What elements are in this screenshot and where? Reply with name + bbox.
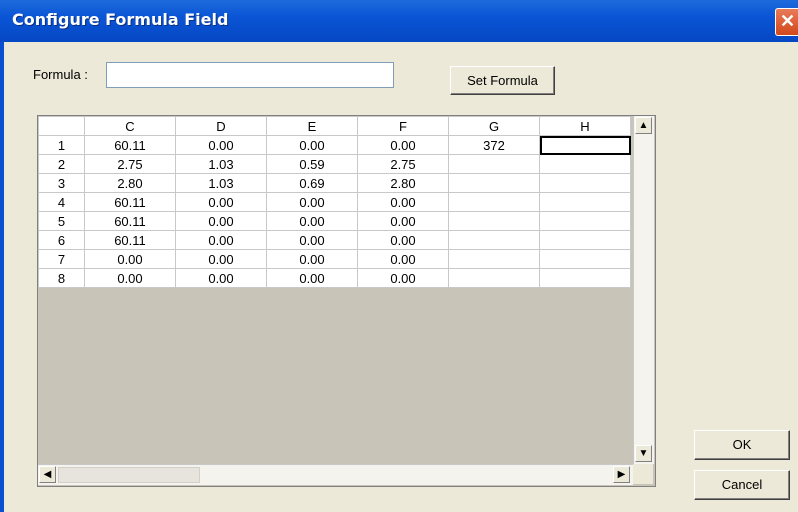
grid-cell[interactable]: 0.00 bbox=[266, 192, 358, 212]
grid-cell[interactable]: 60.11 bbox=[84, 211, 176, 231]
grid-cell[interactable]: 0.69 bbox=[266, 173, 358, 193]
row-header[interactable]: 2 bbox=[38, 154, 85, 174]
grid-cell[interactable]: 1.03 bbox=[175, 154, 267, 174]
grid-cell[interactable]: 1.03 bbox=[175, 173, 267, 193]
row-header[interactable]: 4 bbox=[38, 192, 85, 212]
grid-cell[interactable] bbox=[448, 268, 540, 288]
title-bar: Configure Formula Field ✕ bbox=[0, 0, 798, 42]
window-border bbox=[0, 42, 4, 512]
grid-cell[interactable]: 0.00 bbox=[266, 211, 358, 231]
grid-cell[interactable]: 0.00 bbox=[175, 249, 267, 269]
grid-cell[interactable]: 0.00 bbox=[266, 230, 358, 250]
grid-cell[interactable] bbox=[448, 249, 540, 269]
grid-cell[interactable] bbox=[539, 249, 631, 269]
grid-cell[interactable] bbox=[539, 268, 631, 288]
row-header[interactable]: 1 bbox=[38, 135, 85, 155]
column-header[interactable]: G bbox=[448, 116, 540, 136]
grid-cell[interactable] bbox=[448, 173, 540, 193]
grid-corner-header bbox=[38, 116, 85, 136]
grid-cell[interactable]: 2.80 bbox=[357, 173, 449, 193]
column-header[interactable]: F bbox=[357, 116, 449, 136]
grid-cell[interactable]: 0.00 bbox=[357, 230, 449, 250]
grid-cell[interactable]: 0.00 bbox=[357, 135, 449, 155]
cancel-button[interactable]: Cancel bbox=[694, 470, 790, 500]
row-header[interactable]: 5 bbox=[38, 211, 85, 231]
scroll-right-icon[interactable]: ▶ bbox=[613, 466, 630, 483]
vertical-scrollbar[interactable]: ▲ ▼ bbox=[633, 116, 654, 464]
grid-cell[interactable] bbox=[539, 192, 631, 212]
grid-cell[interactable]: 0.00 bbox=[175, 135, 267, 155]
ok-button[interactable]: OK bbox=[694, 430, 790, 460]
data-grid: CDEFGH 1 60.11 0.00 0.00 0.00 372 2 2.75 1.03 0.5… bbox=[37, 115, 656, 487]
window-title: Configure Formula Field bbox=[12, 10, 229, 29]
grid-cell[interactable]: 60.11 bbox=[84, 135, 176, 155]
formula-label: Formula : bbox=[33, 67, 88, 82]
grid-cell[interactable]: 0.00 bbox=[266, 268, 358, 288]
column-header[interactable]: H bbox=[539, 116, 631, 136]
grid-cell[interactable] bbox=[539, 135, 631, 155]
table-row: 2 2.75 1.03 0.59 2.75 bbox=[38, 154, 631, 174]
table-row: 6 60.11 0.00 0.00 0.00 bbox=[38, 230, 631, 250]
grid-cell[interactable]: 0.00 bbox=[357, 211, 449, 231]
table-row: 3 2.80 1.03 0.69 2.80 bbox=[38, 173, 631, 193]
grid-cell[interactable]: 0.00 bbox=[175, 268, 267, 288]
grid-cell[interactable] bbox=[448, 154, 540, 174]
grid-cell[interactable] bbox=[539, 230, 631, 250]
grid-table: CDEFGH 1 60.11 0.00 0.00 0.00 372 2 2.75 1.03 0.5… bbox=[38, 116, 631, 288]
grid-cell[interactable]: 0.00 bbox=[84, 268, 176, 288]
row-header[interactable]: 3 bbox=[38, 173, 85, 193]
table-row: 7 0.00 0.00 0.00 0.00 bbox=[38, 249, 631, 269]
grid-cell[interactable]: 0.00 bbox=[357, 192, 449, 212]
table-row: 4 60.11 0.00 0.00 0.00 bbox=[38, 192, 631, 212]
grid-cell[interactable]: 60.11 bbox=[84, 230, 176, 250]
grid-cell[interactable]: 0.00 bbox=[357, 268, 449, 288]
grid-cell[interactable] bbox=[448, 192, 540, 212]
row-header[interactable]: 7 bbox=[38, 249, 85, 269]
grid-cell[interactable]: 372 bbox=[448, 135, 540, 155]
grid-cell[interactable] bbox=[448, 230, 540, 250]
grid-cell[interactable] bbox=[539, 211, 631, 231]
grid-cell[interactable]: 0.00 bbox=[266, 135, 358, 155]
scroll-down-icon[interactable]: ▼ bbox=[635, 445, 652, 462]
grid-cell[interactable]: 2.75 bbox=[357, 154, 449, 174]
row-header[interactable]: 6 bbox=[38, 230, 85, 250]
column-header[interactable]: E bbox=[266, 116, 358, 136]
table-row: 1 60.11 0.00 0.00 0.00 372 bbox=[38, 135, 631, 155]
table-row: 5 60.11 0.00 0.00 0.00 bbox=[38, 211, 631, 231]
grid-cell[interactable]: 0.59 bbox=[266, 154, 358, 174]
formula-input[interactable] bbox=[106, 62, 394, 88]
grid-cell[interactable]: 2.80 bbox=[84, 173, 176, 193]
grid-cell[interactable]: 0.00 bbox=[175, 211, 267, 231]
close-icon[interactable]: ✕ bbox=[775, 8, 798, 36]
scroll-up-icon[interactable]: ▲ bbox=[635, 117, 652, 134]
horizontal-scroll-thumb[interactable] bbox=[58, 467, 200, 483]
grid-cell[interactable] bbox=[539, 173, 631, 193]
scroll-left-icon[interactable]: ◀ bbox=[39, 466, 56, 483]
grid-cell[interactable]: 2.75 bbox=[84, 154, 176, 174]
grid-cell[interactable]: 0.00 bbox=[175, 230, 267, 250]
table-row: 8 0.00 0.00 0.00 0.00 bbox=[38, 268, 631, 288]
set-formula-button[interactable]: Set Formula bbox=[450, 66, 555, 95]
horizontal-scrollbar[interactable]: ◀ ▶ bbox=[38, 464, 633, 485]
grid-cell[interactable]: 0.00 bbox=[266, 249, 358, 269]
column-header[interactable]: C bbox=[84, 116, 176, 136]
grid-cell[interactable]: 0.00 bbox=[357, 249, 449, 269]
row-header[interactable]: 8 bbox=[38, 268, 85, 288]
scrollbar-corner bbox=[633, 464, 653, 484]
grid-cell[interactable]: 60.11 bbox=[84, 192, 176, 212]
grid-cell[interactable]: 0.00 bbox=[84, 249, 176, 269]
grid-cell[interactable] bbox=[539, 154, 631, 174]
grid-cell[interactable]: 0.00 bbox=[175, 192, 267, 212]
column-header[interactable]: D bbox=[175, 116, 267, 136]
grid-cell[interactable] bbox=[448, 211, 540, 231]
